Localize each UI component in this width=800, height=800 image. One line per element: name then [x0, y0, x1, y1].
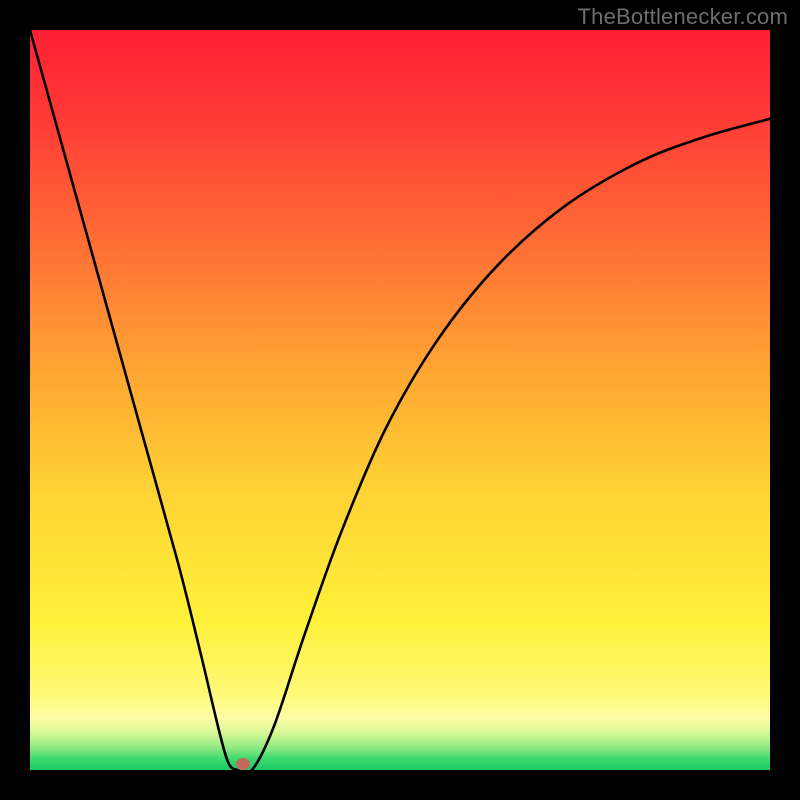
plot-area [30, 30, 770, 770]
minimum-marker [236, 758, 250, 770]
bottleneck-curve [30, 30, 770, 770]
attribution-text: TheBottlenecker.com [578, 4, 788, 30]
chart-frame: TheBottlenecker.com [0, 0, 800, 800]
